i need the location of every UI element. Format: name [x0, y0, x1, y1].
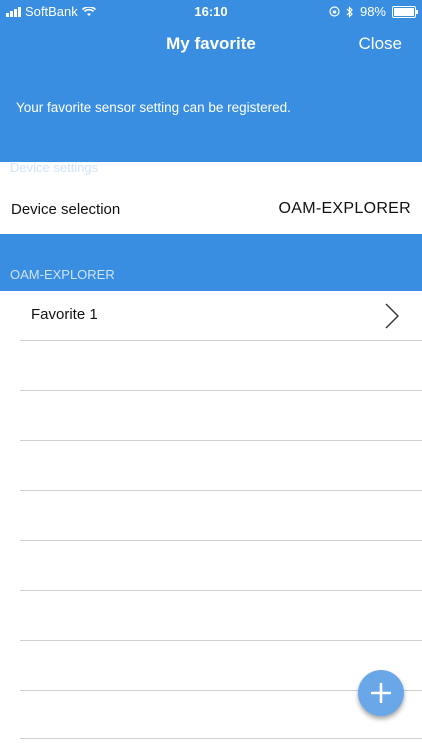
device-selection-label: Device selection: [11, 200, 121, 218]
list-row-empty: [20, 541, 422, 591]
list-row-empty: [20, 591, 422, 641]
list-row-empty: [20, 391, 422, 441]
chevron-right-icon: [385, 303, 399, 329]
favorite-row[interactable]: Favorite 1: [20, 291, 422, 341]
device-selection-row[interactable]: Device selection OAM-EXPLORER: [0, 184, 422, 234]
battery-fill: [394, 7, 414, 16]
list-row-empty: [20, 341, 422, 391]
section-header-device-settings: Device settings: [10, 160, 99, 175]
status-right: 98%: [329, 4, 418, 19]
header: My favorite Close Your favorite sensor s…: [0, 22, 422, 175]
favorites-section-band: OAM-EXPLORER: [0, 234, 422, 291]
orientation-lock-icon: [329, 6, 340, 17]
list-row-empty: [20, 491, 422, 541]
section-header-device-name: OAM-EXPLORER: [10, 267, 115, 282]
close-button[interactable]: Close: [359, 34, 402, 54]
device-selection-value: OAM-EXPLORER: [278, 200, 411, 217]
bluetooth-icon: [346, 5, 353, 18]
add-favorite-button[interactable]: [358, 670, 404, 716]
battery-icon: [392, 5, 418, 18]
page-description: Your favorite sensor setting can be regi…: [16, 100, 291, 115]
favorites-list: Favorite 1: [0, 291, 422, 739]
plus-icon: [371, 683, 391, 703]
favorite-row-label: Favorite 1: [31, 306, 98, 323]
battery-percent: 98%: [359, 4, 386, 19]
list-row-empty: [20, 441, 422, 491]
status-bar: SoftBank 16:10 98%: [0, 0, 422, 22]
